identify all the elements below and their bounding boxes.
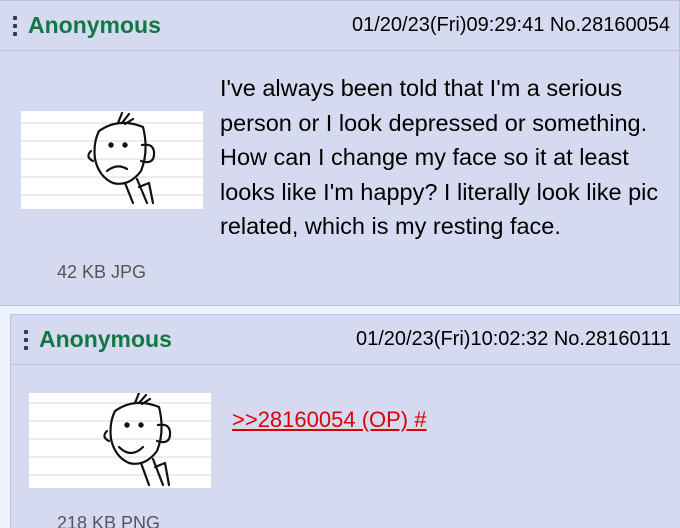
poster-name: Anonymous — [28, 12, 161, 38]
post-datetime: 01/20/23(Fri)09:29:41 — [351, 14, 545, 36]
post-meta: 01/20/23(Fri)10:02:32 No.28160111 — [356, 328, 671, 351]
post-header: Anonymous 01/20/23(Fri)10:02:32 No.28160… — [11, 315, 680, 365]
post-datetime: 01/20/23(Fri)10:02:32 — [355, 328, 549, 350]
op-post: Anonymous 01/20/23(Fri)09:29:41 No.28160… — [0, 0, 680, 306]
post-image-thumbnail[interactable] — [21, 111, 203, 209]
file-size: 218 KB PNG — [57, 513, 161, 528]
post-header: Anonymous 01/20/23(Fri)09:29:41 No.28160… — [0, 1, 679, 51]
post-image-thumbnail[interactable] — [29, 393, 211, 488]
smiling-cartoon-face-icon — [29, 393, 211, 488]
post-menu-icon[interactable] — [21, 329, 31, 350]
poster-name: Anonymous — [39, 326, 172, 352]
post-menu-icon[interactable] — [10, 15, 20, 36]
post-number[interactable]: No.28160054 — [550, 14, 670, 36]
post-number[interactable]: No.28160111 — [554, 328, 671, 350]
file-size: 42 KB JPG — [57, 262, 147, 282]
reply-post: Anonymous 01/20/23(Fri)10:02:32 No.28160… — [10, 314, 680, 528]
post-meta: 01/20/23(Fri)09:29:41 No.28160054 — [352, 14, 670, 37]
op-quote-link[interactable]: >>28160054 (OP) # — [232, 407, 426, 433]
sad-cartoon-face-icon — [21, 111, 203, 209]
post-body: I've always been told that I'm a serious… — [220, 75, 659, 239]
thread-page: Anonymous 01/20/23(Fri)09:29:41 No.28160… — [0, 0, 680, 528]
